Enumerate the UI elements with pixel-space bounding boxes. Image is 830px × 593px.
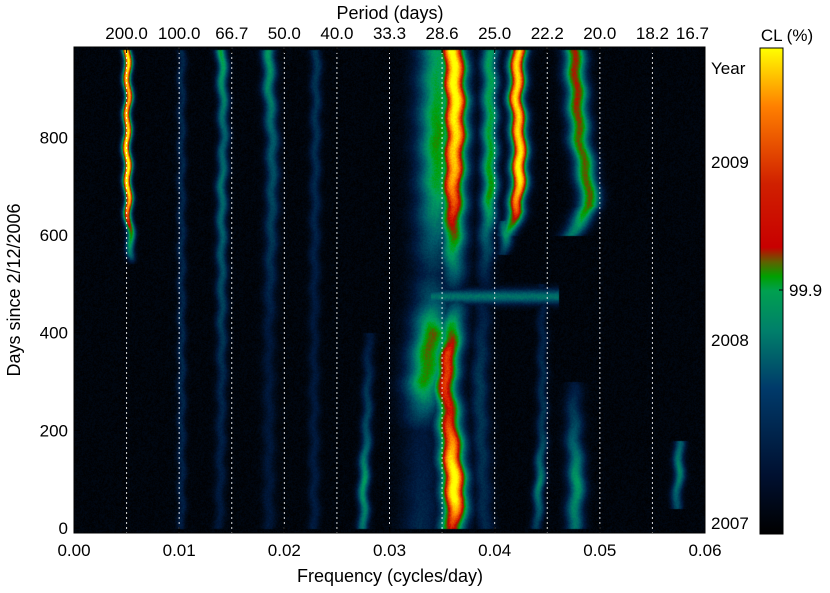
period-axis-title: Period (days) — [336, 3, 443, 23]
colorbar-title: CL (%) — [761, 26, 813, 45]
colorbar-tick-label: 99.9 — [789, 281, 822, 300]
period-tick-label: 22.2 — [531, 24, 564, 43]
colorbar-gradient — [759, 47, 784, 535]
year-axis-title: Year — [711, 59, 746, 78]
x-tick-label: 0.02 — [268, 541, 301, 560]
period-tick-label: 16.7 — [676, 24, 709, 43]
y-tick-label: 600 — [40, 226, 68, 245]
period-tick-label: 25.0 — [478, 24, 511, 43]
year-tick-label: 2009 — [711, 153, 749, 172]
period-tick-label: 20.0 — [583, 24, 616, 43]
x-tick-label: 0.03 — [373, 541, 406, 560]
heatmap-image — [74, 47, 705, 533]
period-tick-label: 40.0 — [320, 24, 353, 43]
x-tick-label: 0.01 — [163, 541, 196, 560]
y-tick-label: 0 — [59, 519, 68, 538]
y-tick-label: 400 — [40, 324, 68, 343]
year-axis-ticks: 2007 2008 2009 — [711, 153, 749, 533]
year-tick-label: 2008 — [711, 331, 749, 350]
period-tick-label: 66.7 — [215, 24, 248, 43]
plot-area — [73, 46, 706, 534]
period-tick-label: 28.6 — [426, 24, 459, 43]
period-tick-label: 200.0 — [105, 24, 148, 43]
x-tick-label: 0.00 — [57, 541, 90, 560]
x-tick-label: 0.05 — [583, 541, 616, 560]
x-tick-label: 0.04 — [478, 541, 511, 560]
period-tick-label: 100.0 — [158, 24, 201, 43]
period-tick-label: 18.2 — [636, 24, 669, 43]
chart-figure: 0.00 0.01 0.02 0.03 0.04 0.05 0.06 0 200 400 600 8… — [4, 3, 822, 586]
x-tick-label: 0.06 — [688, 541, 721, 560]
y-tick-label: 200 — [40, 421, 68, 440]
x-axis-title: Frequency (cycles/day) — [297, 566, 483, 586]
period-tick-label: 33.3 — [373, 24, 406, 43]
period-tick-label: 50.0 — [268, 24, 301, 43]
colorbar: CL (%) 99.9 — [759, 26, 822, 535]
y-axis-title: Days since 2/12/2006 — [4, 203, 24, 376]
y-tick-label: 800 — [40, 128, 68, 147]
year-tick-label: 2007 — [711, 514, 749, 533]
